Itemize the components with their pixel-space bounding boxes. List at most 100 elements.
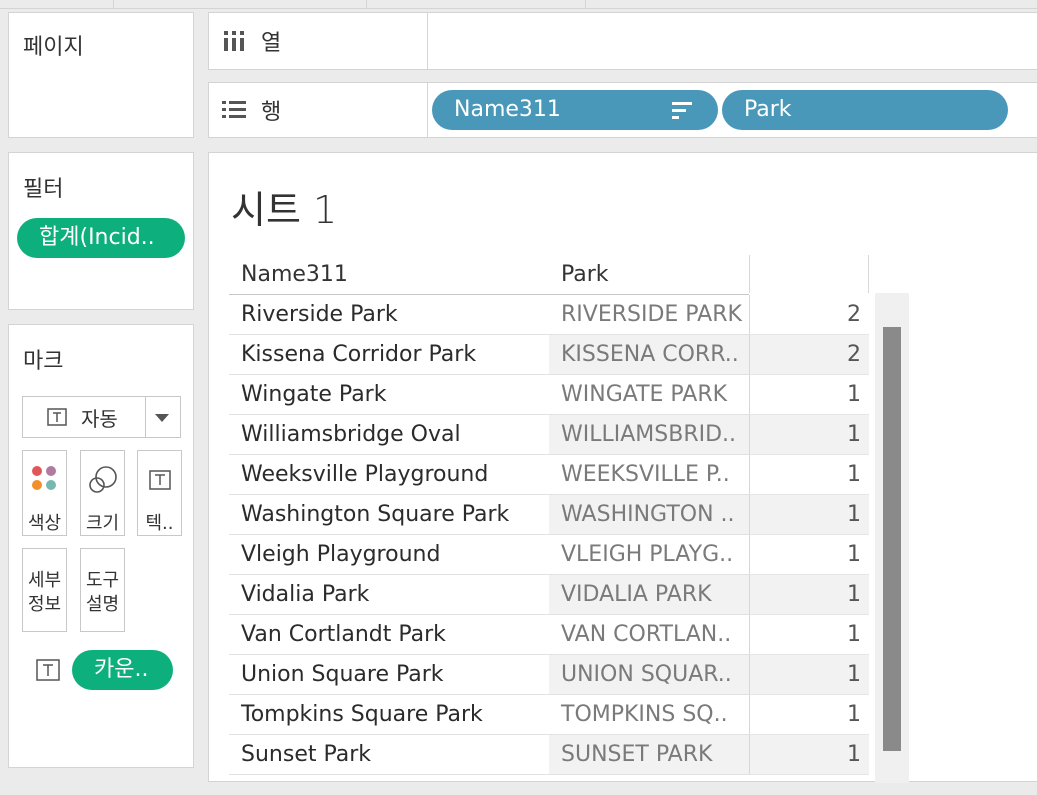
cell-name: Weeksville Playground (241, 462, 489, 487)
pages-panel[interactable]: 페이지 (8, 12, 194, 138)
columns-shelf-label: 열 (261, 31, 282, 56)
cell-value: 1 (749, 615, 869, 655)
cell-park: VLEIGH PLAYG.. (561, 542, 734, 567)
header-divider (868, 255, 869, 293)
table-row[interactable]: Van Cortlandt Park VAN CORTLAN.. 1 (229, 615, 869, 655)
text-mark-label: 텍.. (145, 513, 174, 534)
cell-value: 2 (749, 335, 869, 375)
row-separator (229, 694, 749, 695)
cell-value: 1 (749, 375, 869, 415)
rows-pill-name311[interactable]: Name311 (432, 90, 718, 130)
row-separator (229, 574, 749, 575)
row-separator (229, 654, 749, 655)
table-row[interactable]: Union Square Park UNION SQUAR.. 1 (229, 655, 869, 695)
tooltip-mark-label: 도구 설명 (85, 570, 120, 615)
cell-park: SUNSET PARK (549, 735, 749, 775)
cell-name: Sunset Park (241, 742, 372, 767)
cell-name: Union Square Park (241, 662, 444, 687)
header-name311[interactable]: Name311 (241, 255, 551, 295)
rows-pill-park[interactable]: Park (722, 90, 1008, 130)
sheet-view[interactable]: 시트 1 Name311 Park Riverside Park RIVERSI… (208, 152, 1037, 783)
top-divider (585, 0, 586, 8)
cell-name: Vleigh Playground (241, 542, 441, 567)
filters-panel-title: 필터 (23, 177, 64, 202)
cell-name: Kissena Corridor Park (241, 342, 477, 367)
detail-mark-label: 세부 정보 (27, 570, 62, 615)
table-body: Riverside Park RIVERSIDE PARK 2 Kissena … (229, 295, 869, 795)
cell-value: 2 (749, 295, 869, 335)
text-field-icon (36, 659, 60, 681)
dropdown-divider (145, 397, 146, 437)
color-mark-label: 색상 (27, 513, 62, 534)
mark-type-label: 자동 (81, 407, 118, 431)
table-header-row: Name311 Park (229, 255, 869, 295)
vertical-scrollbar[interactable] (875, 293, 909, 783)
sort-descending-icon[interactable] (672, 101, 692, 119)
cell-park: VAN CORTLAN.. (561, 622, 732, 647)
table-row[interactable]: Wingate Park WINGATE PARK 1 (229, 375, 869, 415)
top-divider (366, 0, 367, 8)
cell-value: 1 (749, 695, 869, 735)
cell-value: 1 (749, 575, 869, 615)
cell-park: WILLIAMSBRID.. (549, 415, 749, 455)
cell-value: 1 (749, 455, 869, 495)
table-row[interactable]: Riverside Park RIVERSIDE PARK 2 (229, 295, 869, 335)
text-mark-button[interactable]: 텍.. (137, 450, 182, 536)
cell-name: Williamsbridge Oval (241, 422, 461, 447)
cell-park: WASHINGTON .. (549, 495, 749, 535)
table-row[interactable]: Williamsbridge Oval WILLIAMSBRID.. 1 (229, 415, 869, 455)
table-row[interactable]: Washington Square Park WASHINGTON .. 1 (229, 495, 869, 535)
rows-shelf-label: 행 (261, 100, 282, 125)
columns-shelf-header: 열 (209, 13, 428, 69)
tooltip-mark-button[interactable]: 도구 설명 (80, 548, 125, 632)
chevron-down-icon[interactable] (155, 413, 169, 423)
columns-icon (224, 31, 244, 51)
text-t-icon (149, 470, 171, 490)
cell-value: 1 (749, 735, 869, 775)
cell-value: 1 (749, 415, 869, 455)
table-row[interactable]: Vidalia Park VIDALIA PARK 1 (229, 575, 869, 615)
cell-name: Tompkins Square Park (241, 702, 483, 727)
rows-icon (222, 101, 246, 118)
rows-shelf[interactable]: 행 Name311 Park (208, 82, 1037, 138)
table-row[interactable]: Tompkins Square Park TOMPKINS SQ.. 1 (229, 695, 869, 735)
top-toolbar-strip (0, 0, 1037, 9)
cell-park: UNION SQUAR.. (549, 655, 749, 695)
size-mark-button[interactable]: 크기 (80, 450, 125, 536)
sheet-title: 시트 1 (231, 188, 338, 232)
row-separator (229, 414, 749, 415)
filters-panel[interactable]: 필터 합계(Incid.. (8, 152, 194, 310)
cell-value: 1 (749, 655, 869, 695)
detail-mark-button[interactable]: 세부 정보 (22, 548, 67, 632)
scrollbar-thumb[interactable] (883, 327, 901, 751)
rows-pill-name311-label: Name311 (454, 97, 561, 122)
mark-type-dropdown[interactable]: 자동 (22, 396, 181, 438)
table-row[interactable]: Vleigh Playground VLEIGH PLAYG.. 1 (229, 535, 869, 575)
table-row[interactable]: Weeksville Playground WEEKSVILLE P.. 1 (229, 455, 869, 495)
row-separator (229, 334, 749, 335)
header-park[interactable]: Park (561, 255, 741, 295)
filter-pill-sum-incidents[interactable]: 합계(Incid.. (17, 218, 185, 258)
row-separator (229, 774, 749, 775)
cell-park: RIVERSIDE PARK (561, 302, 742, 327)
rows-shelf-header: 행 (209, 83, 428, 137)
columns-shelf[interactable]: 열 (208, 12, 1037, 70)
color-dots-icon (32, 466, 56, 490)
cell-name: Wingate Park (241, 382, 387, 407)
cell-value: 1 (749, 535, 869, 575)
cell-value: 1 (749, 495, 869, 535)
row-separator (229, 494, 749, 495)
marks-panel[interactable]: 마크 자동 색상 크기 텍.. 세부 정보 도구 설명 카운.. (8, 324, 194, 768)
top-divider (113, 0, 114, 8)
cell-park: TOMPKINS SQ.. (561, 702, 728, 727)
table-row[interactable]: Kissena Corridor Park KISSENA CORR.. 2 (229, 335, 869, 375)
cell-name: Van Cortlandt Park (241, 622, 446, 647)
count-field-pill[interactable]: 카운.. (72, 650, 173, 690)
table-row[interactable]: Sunset Park SUNSET PARK 1 (229, 735, 869, 775)
pages-panel-title: 페이지 (23, 35, 84, 60)
color-mark-button[interactable]: 색상 (22, 450, 67, 536)
cell-park: VIDALIA PARK (549, 575, 749, 615)
header-divider (749, 255, 750, 293)
row-separator (229, 454, 749, 455)
cell-park: WEEKSVILLE P.. (561, 462, 730, 487)
